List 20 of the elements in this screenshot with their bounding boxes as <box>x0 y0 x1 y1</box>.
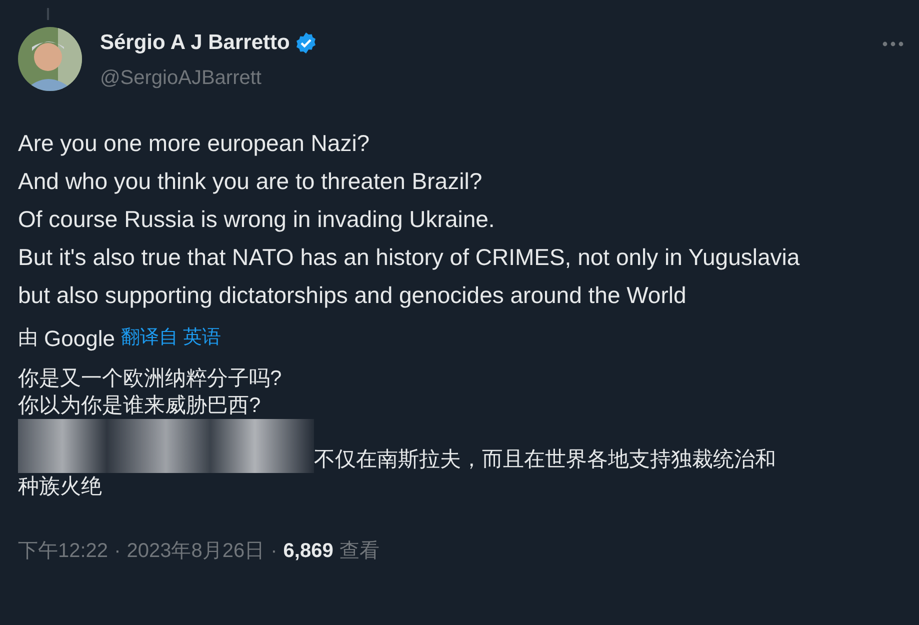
more-options-icon[interactable] <box>881 40 905 48</box>
translation-text: 你是又一个欧洲纳粹分子吗? <box>18 366 283 392</box>
translation-text: 不仅在南斯拉夫，而且在世界各地支持独裁统治和 <box>314 446 776 472</box>
tweet-text: But it's also true that NATO has an history of CRIMES, not only in Yuguslavia but also supporting dictatorships and genocides around the World <box>18 242 801 310</box>
post-date[interactable]: 2023年8月26日 <box>126 536 265 566</box>
translation-text: 你以为你是谁来威胁巴西? <box>18 392 262 418</box>
post-time[interactable]: 下午12:22 <box>18 536 108 566</box>
translation-text: 种族火绝 <box>18 474 103 500</box>
translated-by-label: 由 <box>18 326 38 351</box>
provider-name: Google <box>44 324 115 353</box>
separator: · <box>114 538 121 564</box>
views-label: 查看 <box>339 538 380 564</box>
view-count: 6,869 <box>283 538 334 564</box>
translation-source-link[interactable]: 翻译自 英语 <box>120 324 222 352</box>
author-name[interactable]: Sérgio A J Barretto <box>100 27 290 58</box>
tweet-text: Of course Russia is wrong in invading Ukraine. <box>18 204 496 234</box>
tweet-text: Are you one more european Nazi? <box>18 128 371 158</box>
separator: · <box>270 538 278 564</box>
author-handle[interactable]: @SergioAJBarrett <box>100 62 318 92</box>
tweet-text: And who you think you are to threaten Brazil? <box>18 166 484 196</box>
